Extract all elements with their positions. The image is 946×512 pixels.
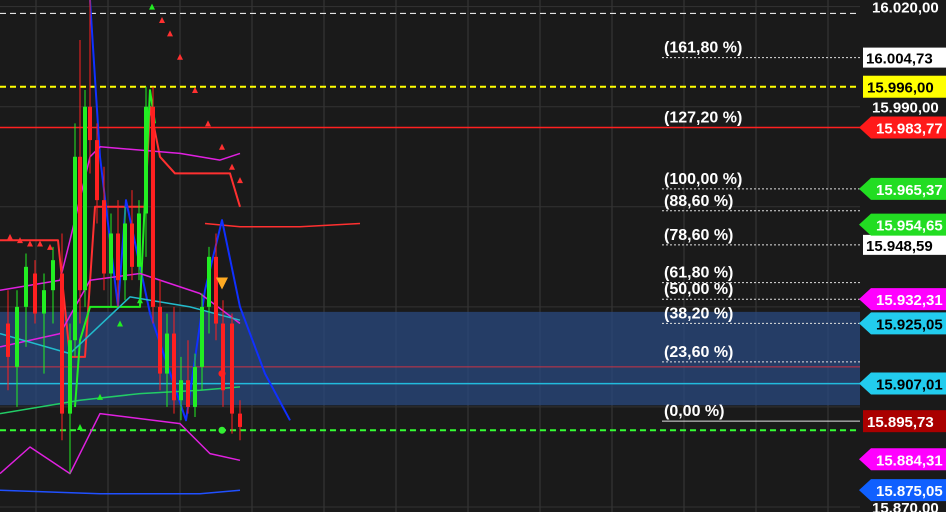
fib-level-label: (23,60 %) [664,344,733,361]
candle-body [95,140,99,201]
price-marker-8: 15.884,31 [859,448,946,471]
candle-body [15,306,19,367]
fib-level-label: (127,20 %) [664,110,742,127]
price-marker-6: 15.907,01 [859,372,946,395]
candle-body [60,273,64,414]
price-marker-4: 15.932,31 [859,288,946,311]
candle-body [144,106,148,214]
price-marker-label: 15.996,00 [867,80,934,97]
price-marker-3: 15.954,65 [859,213,946,236]
price-marker-label: 15.983,77 [876,121,943,138]
fib-level-label: (78,60 %) [664,227,733,244]
y-tick-label: 15.870,00 [872,500,939,512]
candle-body [186,380,190,407]
candle-body [214,256,218,324]
candle-body [88,106,92,141]
price-marker-0: 15.996,00 [863,75,946,98]
candle-body [78,156,82,291]
price-marker-7: 15.895,73 [863,410,946,433]
candle-body [51,260,55,291]
price-marker-9: 15.875,05 [859,479,946,502]
candle-body [109,233,113,274]
fib-level-label: (61,80 %) [664,265,733,282]
candle-body [102,200,106,274]
y-tick-label: 16.020,00 [872,0,939,17]
candle-body [179,380,183,401]
price-marker-label: 15.965,37 [876,182,943,199]
price-marker-label: 15.932,31 [876,292,943,309]
fib-level-label: (38,20 %) [664,305,733,322]
signal-dot-0 [218,370,226,378]
fib-level-label: (0,00 %) [664,403,724,420]
candle-body [68,340,72,414]
candle-body [230,323,234,414]
price-marker-2: 15.965,37 [859,177,946,200]
candle-body [6,323,10,357]
y-tick-label: 15.990,00 [872,100,939,117]
candle-body [193,366,197,407]
candle-20 [151,86,155,324]
price-marker-1: 15.983,77 [859,116,946,139]
price-chart[interactable]: (161,80 %) (127,20 %) (100,00 %) (88,60 %) (… [0,0,946,512]
candle-10 [83,90,87,307]
fib-level-label: (88,60 %) [664,193,733,210]
candle-body [42,290,46,314]
price-marker-label: 15.895,73 [867,414,934,431]
price-marker-label: 15.907,01 [876,377,943,394]
price-marker-5: 15.925,05 [859,312,946,335]
price-marker-label: 15.884,31 [876,452,943,469]
candle-body [137,213,141,267]
candle-body [238,413,242,427]
candle-body [200,306,204,367]
candle-body [221,323,225,391]
candle-body [130,223,134,267]
candle-body [116,233,120,281]
fib-price-label: 15.948,59 [866,238,933,255]
candle-body [24,266,28,307]
fib-level-label: (50,00 %) [664,281,733,298]
candle-body [73,156,77,341]
candle-body [123,223,127,281]
candle-body [165,333,169,374]
fib-level-label: (100,00 %) [664,171,742,188]
fib-level-label: (161,80 %) [664,40,742,57]
price-marker-label: 15.954,65 [876,218,943,235]
candle-body [207,256,211,307]
price-marker-label: 15.875,05 [876,483,943,500]
candle-body [158,306,162,374]
candle-body [33,273,37,314]
candle-body [172,333,176,401]
candle-body [83,106,87,291]
price-marker-label: 15.925,05 [876,316,943,333]
fib-price-label: 16.004,73 [866,51,933,68]
candle-body [151,106,155,307]
candle-8 [73,123,77,357]
signal-dot-1 [218,426,226,434]
